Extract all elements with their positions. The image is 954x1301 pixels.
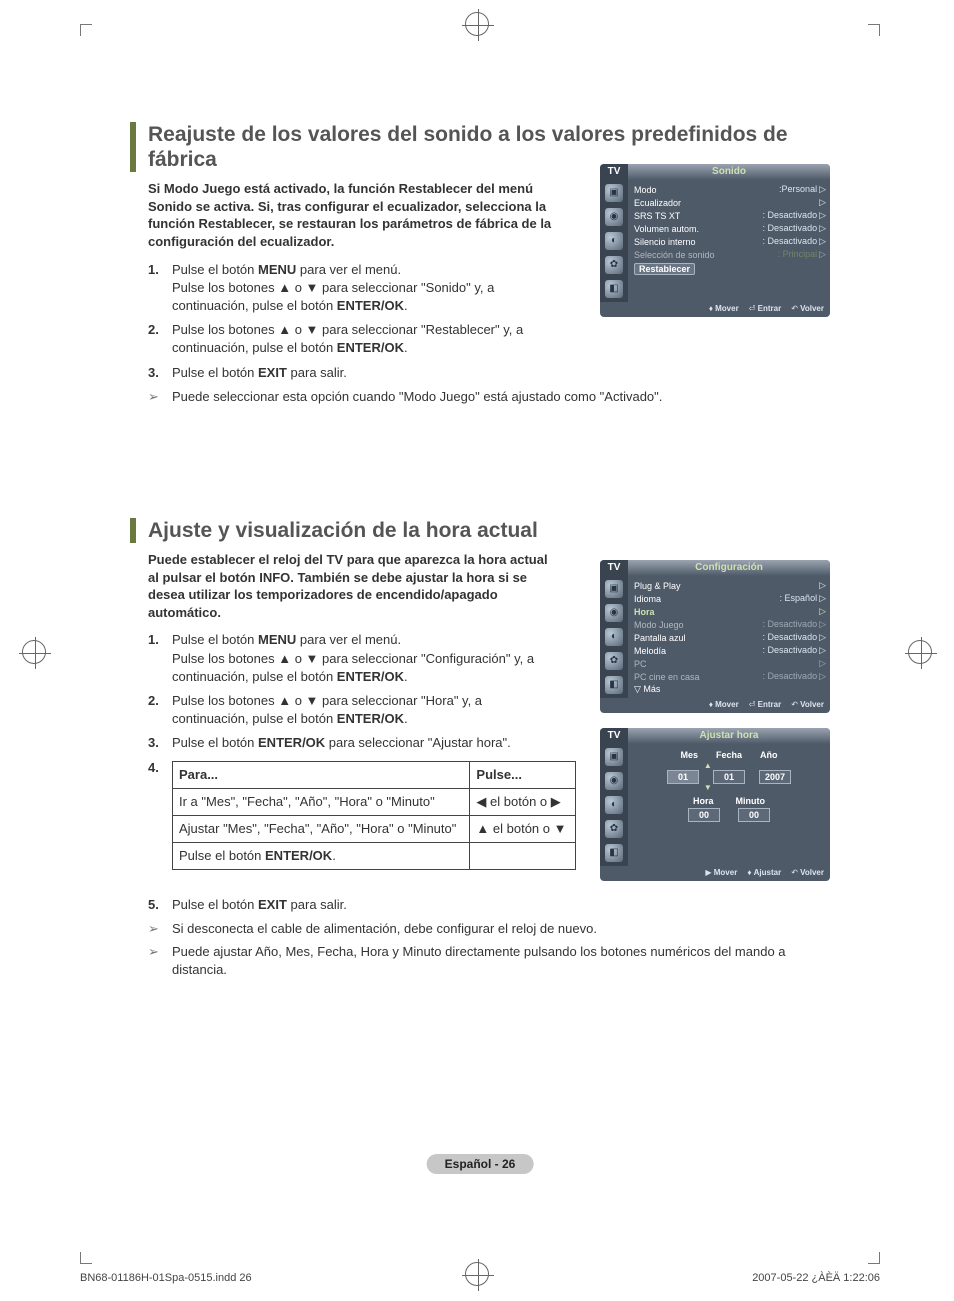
osd-row-label: Modo [634, 185, 657, 195]
osd-tv-label: TV [600, 164, 628, 180]
table-cell: Ajustar "Mes", "Fecha", "Año", "Hora" o … [173, 815, 470, 842]
step-content: Para...Pulse... Ir a "Mes", "Fecha", "Añ… [172, 759, 576, 871]
note-text: Si desconecta el cable de alimentación, … [172, 920, 597, 938]
table-header: Pulse... [470, 761, 576, 788]
step-number: 1. [148, 261, 172, 316]
clock-label-mes: Mes [680, 750, 698, 760]
page-content: Reajuste de los valores del sonido a los… [80, 24, 880, 1284]
registration-mark [908, 640, 932, 664]
clock-grid: Mes Fecha Año ▲ 01 01 2007 ▼ Hora Minuto [628, 744, 830, 866]
print-file-name: BN68-01186H-01Spa-0515.indd 26 [80, 1272, 252, 1284]
crop-corner [868, 24, 880, 36]
clock-label-fecha: Fecha [716, 750, 742, 760]
step-number: 1. [148, 631, 172, 686]
table-cell [470, 843, 576, 870]
table-cell: ◀ el botón o ▶ [470, 788, 576, 815]
section2-note1: ➢ Si desconecta el cable de alimentación… [130, 920, 840, 938]
section1-steps: 1. Pulse el botón MENU para ver el menú.… [130, 261, 560, 382]
crop-corner [80, 24, 92, 36]
section2-intro: Puede establecer el reloj del TV para qu… [130, 551, 560, 621]
osd-icon: ✿ [605, 820, 623, 838]
osd-selected-pill: Restablecer [634, 263, 695, 275]
osd-menu: Modo:Personal▷ Ecualizador▷ SRS TS XT: D… [628, 180, 830, 302]
page-number-pill: Español - 26 [427, 1154, 534, 1174]
clock-value-fecha: 01 [713, 770, 745, 784]
table-cell: ▲ el botón o ▼ [470, 815, 576, 842]
osd-icon: ◉ [605, 604, 623, 622]
osd-tv-label: TV [600, 560, 628, 576]
down-arrow-icon: ▼ [638, 784, 820, 792]
osd-icon: ◉ [605, 208, 623, 226]
section1-intro: Si Modo Juego está activado, la función … [130, 180, 560, 250]
clock-value-hora: 00 [688, 808, 720, 822]
osd-icon: ▣ [605, 580, 623, 598]
step-text: Pulse el botón MENU para ver el menú.Pul… [172, 261, 560, 316]
osd-icon: ▣ [605, 184, 623, 202]
osd-sonido: TV Sonido ▣ ◉ ◐ ✿ ◧ Modo:Personal▷ Ecual… [600, 164, 830, 317]
osd-icon: ◐ [605, 232, 623, 250]
table-cell: Pulse el botón ENTER/OK. [173, 843, 470, 870]
osd-icon: ◉ [605, 772, 623, 790]
osd-footer: ▶ Mover ♦ Ajustar ↶ Volver [600, 866, 830, 881]
crop-corner [868, 1252, 880, 1264]
step-text: Pulse el botón MENU para ver el menú.Pul… [172, 631, 560, 686]
step-text: Pulse el botón EXIT para salir. [172, 364, 560, 382]
osd-configuracion: TV Configuración ▣ ◉ ◐ ✿ ◧ Plug & Play▷ … [600, 560, 830, 713]
osd-icon: ◐ [605, 796, 623, 814]
osd-sidebar-icons: ▣ ◉ ◐ ✿ ◧ [600, 744, 628, 866]
note-text: Puede ajustar Año, Mes, Fecha, Hora y Mi… [172, 943, 840, 979]
crop-corner [80, 1252, 92, 1264]
osd-icon: ◧ [605, 676, 623, 694]
clock-label-hora: Hora [693, 796, 714, 806]
osd-title: Sonido [628, 164, 830, 180]
section2-note2: ➢ Puede ajustar Año, Mes, Fecha, Hora y … [130, 943, 840, 979]
registration-mark [22, 640, 46, 664]
up-arrow-icon: ▲ [638, 762, 820, 770]
table-header: Para... [173, 761, 470, 788]
osd-icon: ✿ [605, 652, 623, 670]
step-text: Pulse los botones ▲ o ▼ para seleccionar… [172, 321, 560, 357]
note-text: Puede seleccionar esta opción cuando "Mo… [172, 388, 662, 406]
osd-footer: ♦ Mover ⏎ Entrar ↶ Volver [600, 302, 830, 317]
section2-title: Ajuste y visualización de la hora actual [130, 518, 840, 543]
clock-instructions-table: Para...Pulse... Ir a "Mes", "Fecha", "Añ… [172, 761, 576, 871]
osd-title: Ajustar hora [628, 728, 830, 744]
clock-label-minuto: Minuto [736, 796, 766, 806]
osd-ajustar-hora: TV Ajustar hora ▣ ◉ ◐ ✿ ◧ Mes Fecha Año … [600, 728, 830, 881]
clock-label-ano: Año [760, 750, 778, 760]
table-cell: Ir a "Mes", "Fecha", "Año", "Hora" o "Mi… [173, 788, 470, 815]
osd-sidebar-icons: ▣ ◉ ◐ ✿ ◧ [600, 180, 628, 302]
step-number: 2. [148, 321, 172, 357]
osd-title: Configuración [628, 560, 830, 576]
step-number: 3. [148, 734, 172, 752]
step-text: Pulse el botón EXIT para salir. [172, 896, 560, 914]
note-arrow-icon: ➢ [148, 943, 172, 979]
osd-sidebar-icons: ▣ ◉ ◐ ✿ ◧ [600, 576, 628, 698]
clock-value-minuto: 00 [738, 808, 770, 822]
osd-icon: ◧ [605, 844, 623, 862]
step-number: 5. [148, 896, 172, 914]
osd-icon: ◐ [605, 628, 623, 646]
step-number: 2. [148, 692, 172, 728]
osd-icon: ✿ [605, 256, 623, 274]
clock-value-mes: 01 [667, 770, 699, 784]
clock-value-ano: 2007 [759, 770, 791, 784]
step-text: Pulse el botón ENTER/OK para seleccionar… [172, 734, 560, 752]
section1-note: ➢ Puede seleccionar esta opción cuando "… [130, 388, 840, 406]
osd-footer: ♦ Mover ⏎ Entrar ↶ Volver [600, 698, 830, 713]
osd-menu: Plug & Play▷ Idioma: Español▷ Hora▷ Modo… [628, 576, 830, 698]
note-arrow-icon: ➢ [148, 388, 172, 406]
step-number: 3. [148, 364, 172, 382]
osd-icon: ▣ [605, 748, 623, 766]
note-arrow-icon: ➢ [148, 920, 172, 938]
osd-icon: ◧ [605, 280, 623, 298]
osd-tv-label: TV [600, 728, 628, 744]
print-timestamp: 2007-05-22 ¿ÀÈÄ 1:22:06 [752, 1272, 880, 1284]
step-number: 4. [148, 759, 172, 871]
section2-steps: 1. Pulse el botón MENU para ver el menú.… [130, 631, 560, 914]
step-text: Pulse los botones ▲ o ▼ para seleccionar… [172, 692, 560, 728]
